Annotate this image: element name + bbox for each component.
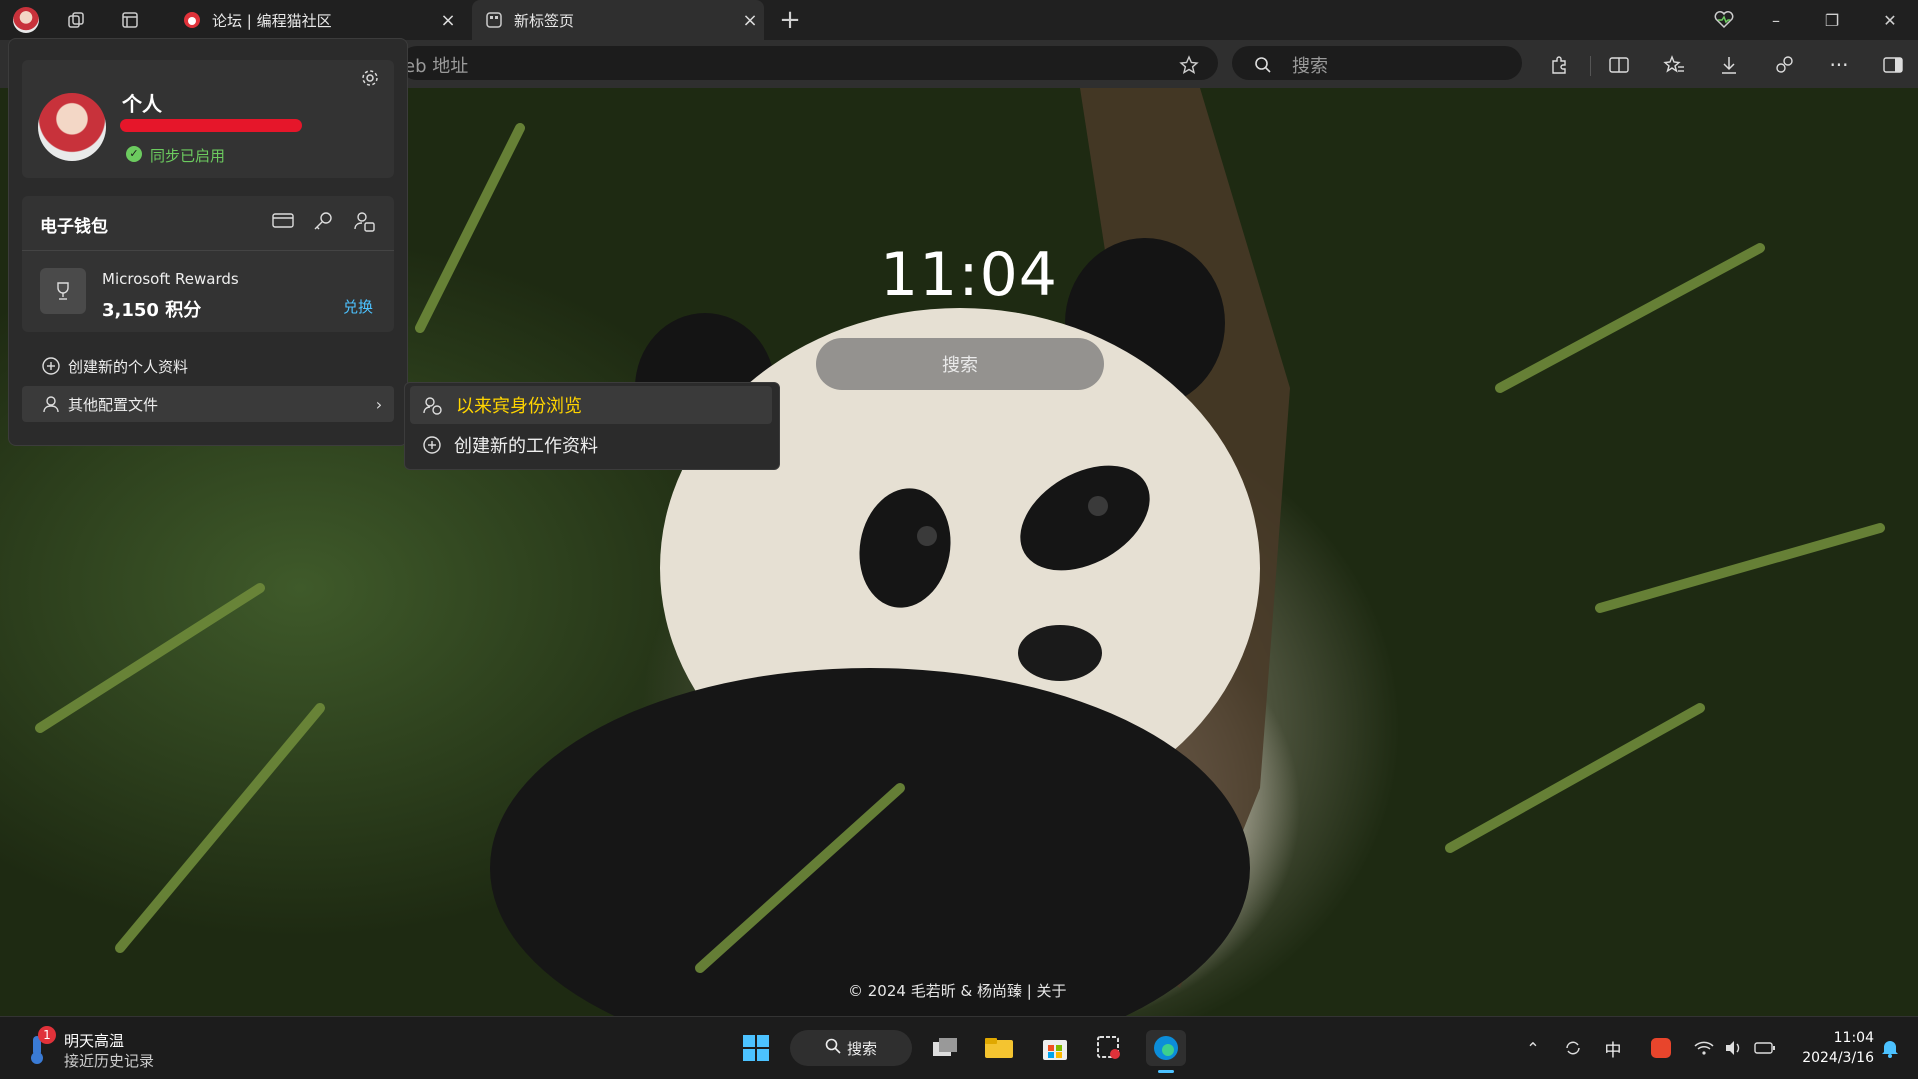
person-badge-icon[interactable] (352, 210, 376, 238)
minimize-button[interactable]: – (1762, 6, 1790, 34)
create-profile-label: 创建新的个人资料 (68, 357, 189, 376)
search-icon (1246, 50, 1280, 80)
chevron-right-icon: › (375, 394, 383, 414)
browse-as-guest-label: 以来宾身份浏览 (456, 396, 582, 417)
redacted-email (120, 119, 302, 132)
plus-circle-icon (40, 356, 62, 376)
taskbar-search[interactable]: 搜索 (790, 1030, 912, 1066)
profile-name: 个人 (122, 92, 162, 116)
more-icon[interactable]: ··· (1822, 50, 1856, 80)
page-search-box[interactable]: 搜索 (816, 338, 1104, 390)
ime-indicator[interactable]: 中 (1598, 1030, 1628, 1066)
new-tab-page-icon (484, 10, 504, 30)
tab-title: 论坛 | 编程猫社区 (212, 11, 332, 30)
codemao-icon (182, 10, 202, 30)
notification-bell-icon[interactable] (1878, 1030, 1902, 1066)
health-icon[interactable] (1710, 6, 1738, 34)
guest-icon (420, 395, 444, 415)
battery-icon[interactable] (1752, 1030, 1778, 1066)
restore-button[interactable]: ❐ (1818, 6, 1846, 34)
other-profiles-label: 其他配置文件 (68, 395, 159, 414)
active-app-indicator (1158, 1070, 1174, 1073)
edge-browser-icon[interactable] (1146, 1030, 1186, 1066)
rewards-title: Microsoft Rewards (102, 270, 239, 288)
create-work-profile-label: 创建新的工作资料 (454, 436, 598, 457)
file-explorer-icon[interactable] (982, 1030, 1016, 1066)
tab-close-button[interactable]: × (736, 10, 764, 31)
sync-icon[interactable] (1558, 1030, 1588, 1066)
sogou-icon[interactable] (1646, 1030, 1676, 1066)
task-view-icon[interactable] (928, 1030, 962, 1066)
url-input[interactable] (400, 46, 1218, 80)
favorites-icon[interactable] (1657, 50, 1691, 80)
share-icon[interactable] (1767, 50, 1801, 80)
sync-status: 同步已启用 (150, 147, 226, 165)
volume-icon[interactable] (1722, 1030, 1746, 1066)
toolbar-divider (1590, 56, 1591, 76)
redeem-link[interactable]: 兑换 (343, 296, 373, 317)
weather-badge: 1 (38, 1026, 56, 1044)
new-tab-button[interactable]: + (776, 5, 804, 35)
tab-codemao-forum[interactable]: 论坛 | 编程猫社区 × (170, 0, 462, 40)
key-icon[interactable] (312, 210, 334, 236)
store-icon[interactable] (1038, 1030, 1072, 1066)
snipping-tool-icon[interactable] (1092, 1030, 1126, 1066)
windows-start-icon[interactable] (740, 1030, 772, 1066)
check-icon: ✓ (126, 146, 142, 162)
download-icon[interactable] (1712, 50, 1746, 80)
tab-actions-icon[interactable] (116, 6, 144, 34)
wifi-icon[interactable] (1692, 1030, 1716, 1066)
rewards-points: 3,150 积分 (102, 300, 202, 321)
create-profile-item[interactable]: 创建新的个人资料 (22, 348, 394, 384)
tab-close-button[interactable]: × (434, 10, 462, 31)
bing-search-placeholder: 搜索 (1292, 56, 1328, 77)
tab-title: 新标签页 (514, 11, 575, 30)
settings-gear-icon[interactable] (360, 68, 380, 92)
wallet-title: 电子钱包 (40, 217, 108, 237)
sidebar-icon[interactable] (1876, 50, 1910, 80)
search-icon (825, 1038, 841, 1058)
tab-new-tab[interactable]: 新标签页 × (472, 0, 764, 40)
trophy-icon (40, 268, 86, 314)
clock: 11:04 (880, 240, 1058, 310)
clock-date[interactable]: 2024/3/16 (1780, 1050, 1874, 1066)
other-profiles-item[interactable]: 其他配置文件 › (22, 386, 394, 422)
star-icon[interactable] (1172, 50, 1206, 80)
avatar[interactable] (38, 93, 106, 161)
taskbar-search-label: 搜索 (846, 1039, 877, 1058)
image-credit[interactable]: © 2024 毛若昕 & 杨尚臻 | 关于 (848, 980, 1067, 1001)
chevron-up-icon[interactable]: ⌃ (1520, 1030, 1546, 1066)
create-work-profile-item[interactable]: 创建新的工作资料 (410, 426, 772, 464)
clock-time[interactable]: 11:04 (1794, 1030, 1874, 1046)
close-window-button[interactable]: ✕ (1876, 6, 1904, 34)
plus-circle-icon (420, 435, 444, 455)
divider (22, 250, 394, 251)
profile-avatar-icon[interactable] (12, 6, 40, 34)
weather-title[interactable]: 明天高温 (64, 1030, 124, 1051)
person-icon (40, 394, 62, 414)
split-screen-icon[interactable] (1602, 50, 1636, 80)
url-placeholder: eb 地址 (404, 56, 469, 77)
extensions-icon[interactable] (1542, 50, 1576, 80)
card-icon[interactable] (272, 210, 294, 234)
weather-subtitle: 接近历史记录 (64, 1052, 155, 1070)
workspaces-icon[interactable] (62, 6, 90, 34)
browse-as-guest-item[interactable]: 以来宾身份浏览 (410, 386, 772, 424)
